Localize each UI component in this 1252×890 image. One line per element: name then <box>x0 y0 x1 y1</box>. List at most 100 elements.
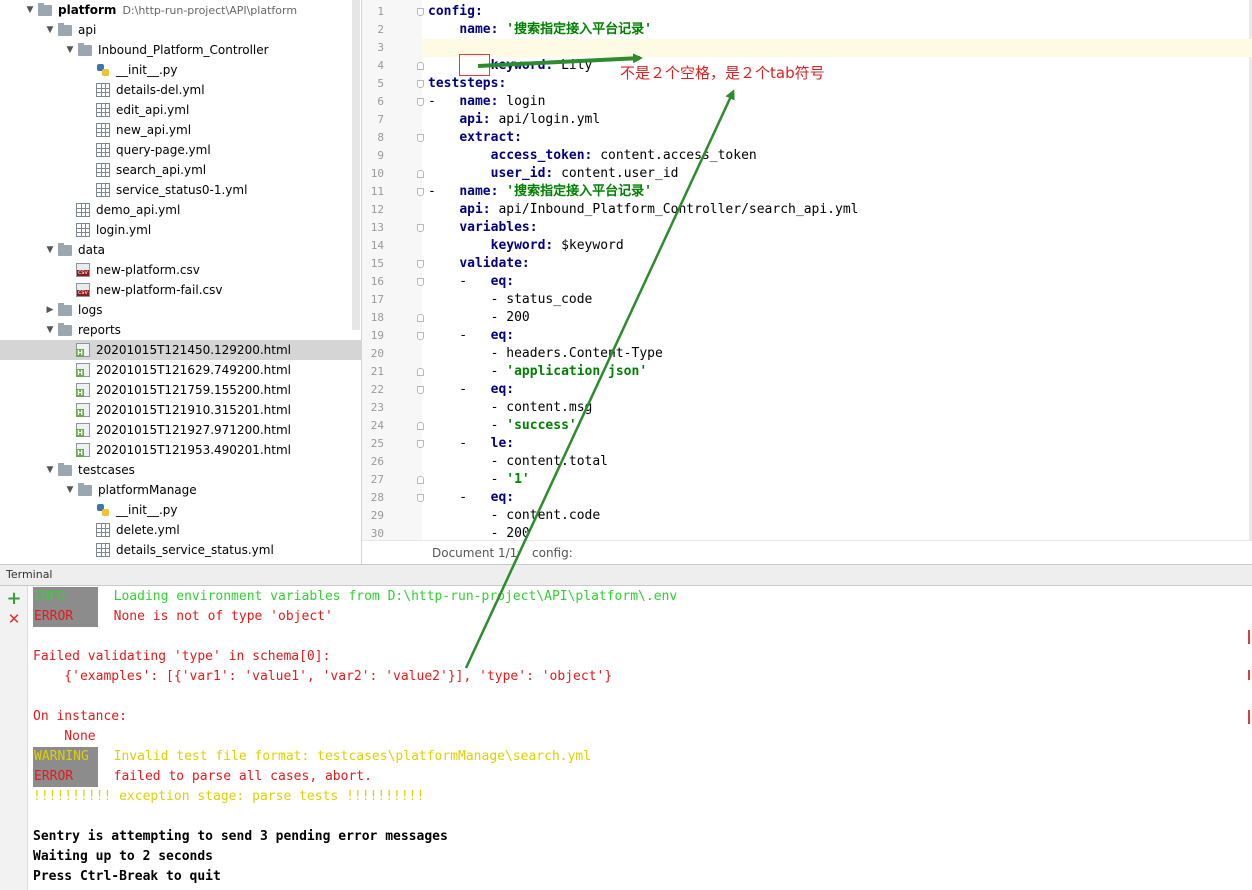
code-line[interactable]: - content.msg <box>428 399 593 417</box>
tree-row[interactable]: 20201015T121910.315201.html <box>0 400 361 420</box>
fold-marker-icon[interactable] <box>417 188 424 196</box>
tree-row[interactable]: ▼ Inbound_Platform_Controller <box>0 40 361 60</box>
folder-icon <box>58 323 72 336</box>
tree-row[interactable]: 20201015T121953.490201.html <box>0 440 361 460</box>
csv-file-icon <box>76 263 90 277</box>
code-line[interactable]: api: api/login.yml <box>428 111 600 129</box>
code-line[interactable]: access_token: content.access_token <box>428 147 757 165</box>
fold-marker-icon[interactable] <box>417 440 424 448</box>
fold-marker-icon[interactable] <box>417 224 424 232</box>
code-line[interactable]: - name: '搜索指定接入平台记录' <box>428 183 652 201</box>
code-line[interactable]: - headers.Content-Type <box>428 345 663 363</box>
code-line[interactable]: validate: <box>428 255 529 273</box>
chevron-down-icon[interactable]: ▼ <box>44 240 56 260</box>
fold-marker-icon[interactable] <box>417 98 424 106</box>
fold-marker-icon[interactable] <box>417 278 424 286</box>
tree-row[interactable]: new_api.yml <box>0 120 361 140</box>
tree-row[interactable]: edit_api.yml <box>0 100 361 120</box>
code-line[interactable]: api: api/Inbound_Platform_Controller/sea… <box>428 201 858 219</box>
tree-row[interactable]: new-platform.csv <box>0 260 361 280</box>
fold-marker-icon[interactable] <box>417 368 424 376</box>
fold-marker-icon[interactable] <box>417 170 424 178</box>
terminal-output[interactable]: INFO Loading environment variables from … <box>28 586 1252 890</box>
tree-row[interactable]: details-del.yml <box>0 80 361 100</box>
tree-row[interactable]: __init__.py <box>0 60 361 80</box>
code-line[interactable]: extract: <box>428 129 522 147</box>
chevron-right-icon[interactable]: ▶ <box>44 300 56 320</box>
code-line[interactable]: - 200 <box>428 309 530 327</box>
fold-marker-icon[interactable] <box>417 260 424 268</box>
tree-row[interactable]: ▶ logs <box>0 300 361 320</box>
tree-row[interactable]: search_api.yml <box>0 160 361 180</box>
fold-marker-icon[interactable] <box>417 8 424 16</box>
fold-marker-icon[interactable] <box>417 422 424 430</box>
terminal-tab-title[interactable]: Terminal <box>0 564 1252 586</box>
code-line[interactable]: - eq: <box>428 327 514 345</box>
code-line[interactable]: - status_code <box>428 291 593 309</box>
tree-row[interactable]: query-page.yml <box>0 140 361 160</box>
code-line[interactable]: keyword: Lily <box>428 57 593 75</box>
close-icon[interactable]: ✕ <box>5 610 23 628</box>
breadcrumb-document[interactable]: Document 1/1 <box>432 541 517 564</box>
fold-marker-icon[interactable] <box>417 80 424 88</box>
tree-row[interactable]: 20201015T121450.129200.html <box>0 340 361 360</box>
chevron-down-icon[interactable]: ▼ <box>64 40 76 60</box>
yaml-key: eq: <box>490 274 515 289</box>
code-line[interactable]: - name: login <box>428 93 545 111</box>
code-line[interactable]: teststeps: <box>428 75 506 93</box>
chevron-down-icon[interactable]: ▼ <box>24 0 36 20</box>
tree-row[interactable]: delete.yml <box>0 520 361 540</box>
code-line[interactable]: - content.total <box>428 453 608 471</box>
fold-marker-icon[interactable] <box>417 332 424 340</box>
code-line[interactable]: keyword: $keyword <box>428 237 624 255</box>
code-line[interactable]: - content.code <box>428 507 601 525</box>
code-line[interactable]: - le: <box>428 435 514 453</box>
tree-row[interactable]: ▼ data <box>0 240 361 260</box>
fold-marker-icon[interactable] <box>417 62 424 70</box>
line-number: 18 <box>370 311 384 324</box>
chevron-down-icon[interactable]: ▼ <box>44 460 56 480</box>
tree-row[interactable]: new-platform-fail.csv <box>0 280 361 300</box>
code-line[interactable]: - '1' <box>428 471 530 489</box>
tree-row[interactable]: details_service_status.yml <box>0 540 361 560</box>
fold-marker-icon[interactable] <box>417 494 424 502</box>
code-line[interactable]: - eq: <box>428 381 514 399</box>
tree-row[interactable]: ▼ platformManage <box>0 480 361 500</box>
tree-row[interactable]: 20201015T121629.749200.html <box>0 360 361 380</box>
tree-row[interactable]: 20201015T121759.155200.html <box>0 380 361 400</box>
yaml-key: config: <box>428 4 483 19</box>
tree-scrollbar[interactable] <box>352 0 360 330</box>
tree-row[interactable]: ▼ testcases <box>0 460 361 480</box>
breadcrumb-path[interactable]: config: <box>532 541 573 564</box>
tree-row[interactable]: 20201015T121927.971200.html <box>0 420 361 440</box>
code-line[interactable]: - eq: <box>428 489 514 507</box>
chevron-down-icon[interactable]: ▼ <box>44 20 56 40</box>
tree-row[interactable]: ▼ reports <box>0 320 361 340</box>
code-editor[interactable]: 1 2 3 4 5 6 7 8 9 10 11 12 13 14 15 16 17 18 19 20 21 22 23 24 2… <box>361 0 1252 564</box>
code-line[interactable]: user_id: content.user_id <box>428 165 679 183</box>
chevron-down-icon[interactable]: ▼ <box>64 480 76 500</box>
fold-marker-icon[interactable] <box>417 134 424 142</box>
line-number: 15 <box>370 257 384 270</box>
code-line[interactable]: variables: <box>428 219 537 237</box>
add-icon[interactable]: + <box>5 590 23 608</box>
code-line[interactable]: - 'success' <box>428 417 577 435</box>
tree-item-label: testcases <box>78 463 135 477</box>
chevron-down-icon[interactable]: ▼ <box>44 320 56 340</box>
tree-row[interactable]: demo_api.yml <box>0 200 361 220</box>
tree-row[interactable]: ▼ platform D:\http-run-project\API\platfor… <box>0 0 361 20</box>
terminal-line-text: Press Ctrl-Break to quit <box>33 869 221 884</box>
code-line[interactable]: config: <box>428 3 483 21</box>
tree-row[interactable]: __init__.py <box>0 500 361 520</box>
fold-marker-icon[interactable] <box>417 314 424 322</box>
tree-row[interactable]: login.yml <box>0 220 361 240</box>
tree-row[interactable]: ▼ api <box>0 20 361 40</box>
code-text: - content.msg <box>428 400 593 415</box>
code-line[interactable]: - eq: <box>428 273 514 291</box>
fold-marker-icon[interactable] <box>417 476 424 484</box>
fold-marker-icon[interactable] <box>417 386 424 394</box>
code-line[interactable]: - 'application/json' <box>428 363 648 381</box>
tree-row[interactable]: service_status0-1.yml <box>0 180 361 200</box>
code-line[interactable]: name: '搜索指定接入平台记录' <box>428 21 652 39</box>
